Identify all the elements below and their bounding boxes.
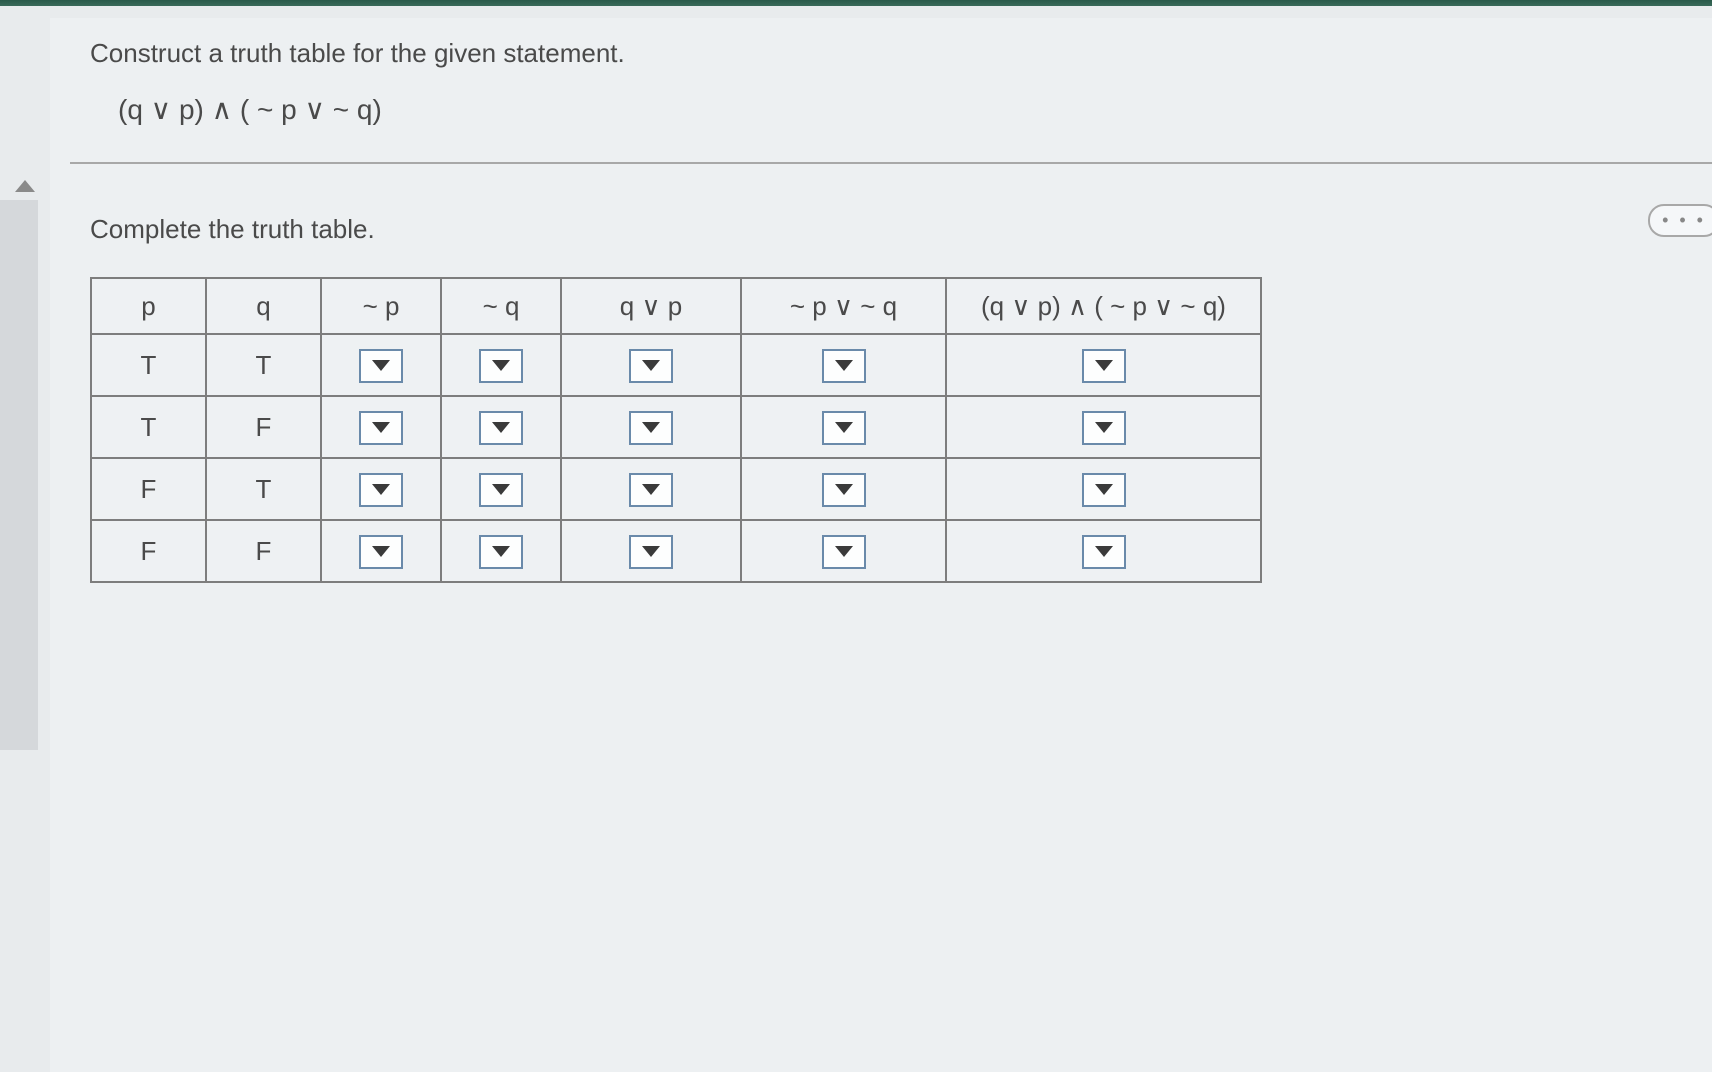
chevron-down-icon [835, 546, 853, 557]
dropdown-select[interactable] [1082, 411, 1126, 445]
dropdown-select[interactable] [1082, 473, 1126, 507]
logic-statement: (q ∨ p) ∧ ( ~ p ∨ ~ q) [118, 93, 1672, 126]
truth-table: p q ~ p ~ q q ∨ p ~ p ∨ ~ q (q ∨ p) ∧ ( … [90, 277, 1262, 583]
chevron-down-icon [372, 360, 390, 371]
chevron-down-icon [1095, 360, 1113, 371]
table-row: T T [91, 334, 1261, 396]
cell-p: F [91, 458, 206, 520]
dropdown-select[interactable] [1082, 349, 1126, 383]
scroll-up-arrow[interactable] [15, 180, 35, 192]
chevron-down-icon [1095, 546, 1113, 557]
header-q: q [206, 278, 321, 334]
header-notp-or-notq: ~ p ∨ ~ q [741, 278, 946, 334]
dropdown-select[interactable] [629, 535, 673, 569]
dropdown-select[interactable] [479, 349, 523, 383]
dropdown-select[interactable] [822, 535, 866, 569]
section-divider [70, 162, 1712, 164]
header-not-p: ~ p [321, 278, 441, 334]
dropdown-select[interactable] [359, 535, 403, 569]
chevron-down-icon [835, 484, 853, 495]
cell-p: T [91, 334, 206, 396]
content-area: Construct a truth table for the given st… [50, 18, 1712, 1072]
dropdown-select[interactable] [822, 411, 866, 445]
chevron-down-icon [492, 484, 510, 495]
cell-q: T [206, 334, 321, 396]
dropdown-select[interactable] [359, 411, 403, 445]
dropdown-select[interactable] [629, 473, 673, 507]
table-header-row: p q ~ p ~ q q ∨ p ~ p ∨ ~ q (q ∨ p) ∧ ( … [91, 278, 1261, 334]
cell-q: T [206, 458, 321, 520]
table-row: F T [91, 458, 1261, 520]
cell-q: F [206, 520, 321, 582]
chevron-down-icon [642, 422, 660, 433]
chevron-down-icon [492, 422, 510, 433]
header-not-q: ~ q [441, 278, 561, 334]
chevron-down-icon [835, 422, 853, 433]
cell-q: F [206, 396, 321, 458]
more-options-pill[interactable]: • • • [1648, 204, 1712, 237]
dropdown-select[interactable] [822, 349, 866, 383]
dropdown-select[interactable] [479, 411, 523, 445]
scrollbar-track[interactable] [0, 200, 38, 750]
instruction-text: Complete the truth table. [90, 214, 1672, 245]
chevron-down-icon [835, 360, 853, 371]
chevron-down-icon [642, 484, 660, 495]
header-q-or-p: q ∨ p [561, 278, 741, 334]
question-prompt: Construct a truth table for the given st… [90, 38, 1672, 69]
dropdown-select[interactable] [359, 473, 403, 507]
dropdown-select[interactable] [479, 473, 523, 507]
chevron-down-icon [1095, 422, 1113, 433]
dropdown-select[interactable] [629, 349, 673, 383]
dropdown-select[interactable] [1082, 535, 1126, 569]
chevron-down-icon [372, 546, 390, 557]
dropdown-select[interactable] [629, 411, 673, 445]
window-top-bar [0, 0, 1712, 6]
header-p: p [91, 278, 206, 334]
chevron-down-icon [642, 360, 660, 371]
dropdown-select[interactable] [359, 349, 403, 383]
dropdown-select[interactable] [822, 473, 866, 507]
dropdown-select[interactable] [479, 535, 523, 569]
cell-p: T [91, 396, 206, 458]
header-full-expr: (q ∨ p) ∧ ( ~ p ∨ ~ q) [946, 278, 1261, 334]
cell-p: F [91, 520, 206, 582]
chevron-down-icon [492, 546, 510, 557]
chevron-down-icon [1095, 484, 1113, 495]
chevron-down-icon [642, 546, 660, 557]
chevron-down-icon [492, 360, 510, 371]
chevron-down-icon [372, 422, 390, 433]
table-row: T F [91, 396, 1261, 458]
chevron-down-icon [372, 484, 390, 495]
table-row: F F [91, 520, 1261, 582]
